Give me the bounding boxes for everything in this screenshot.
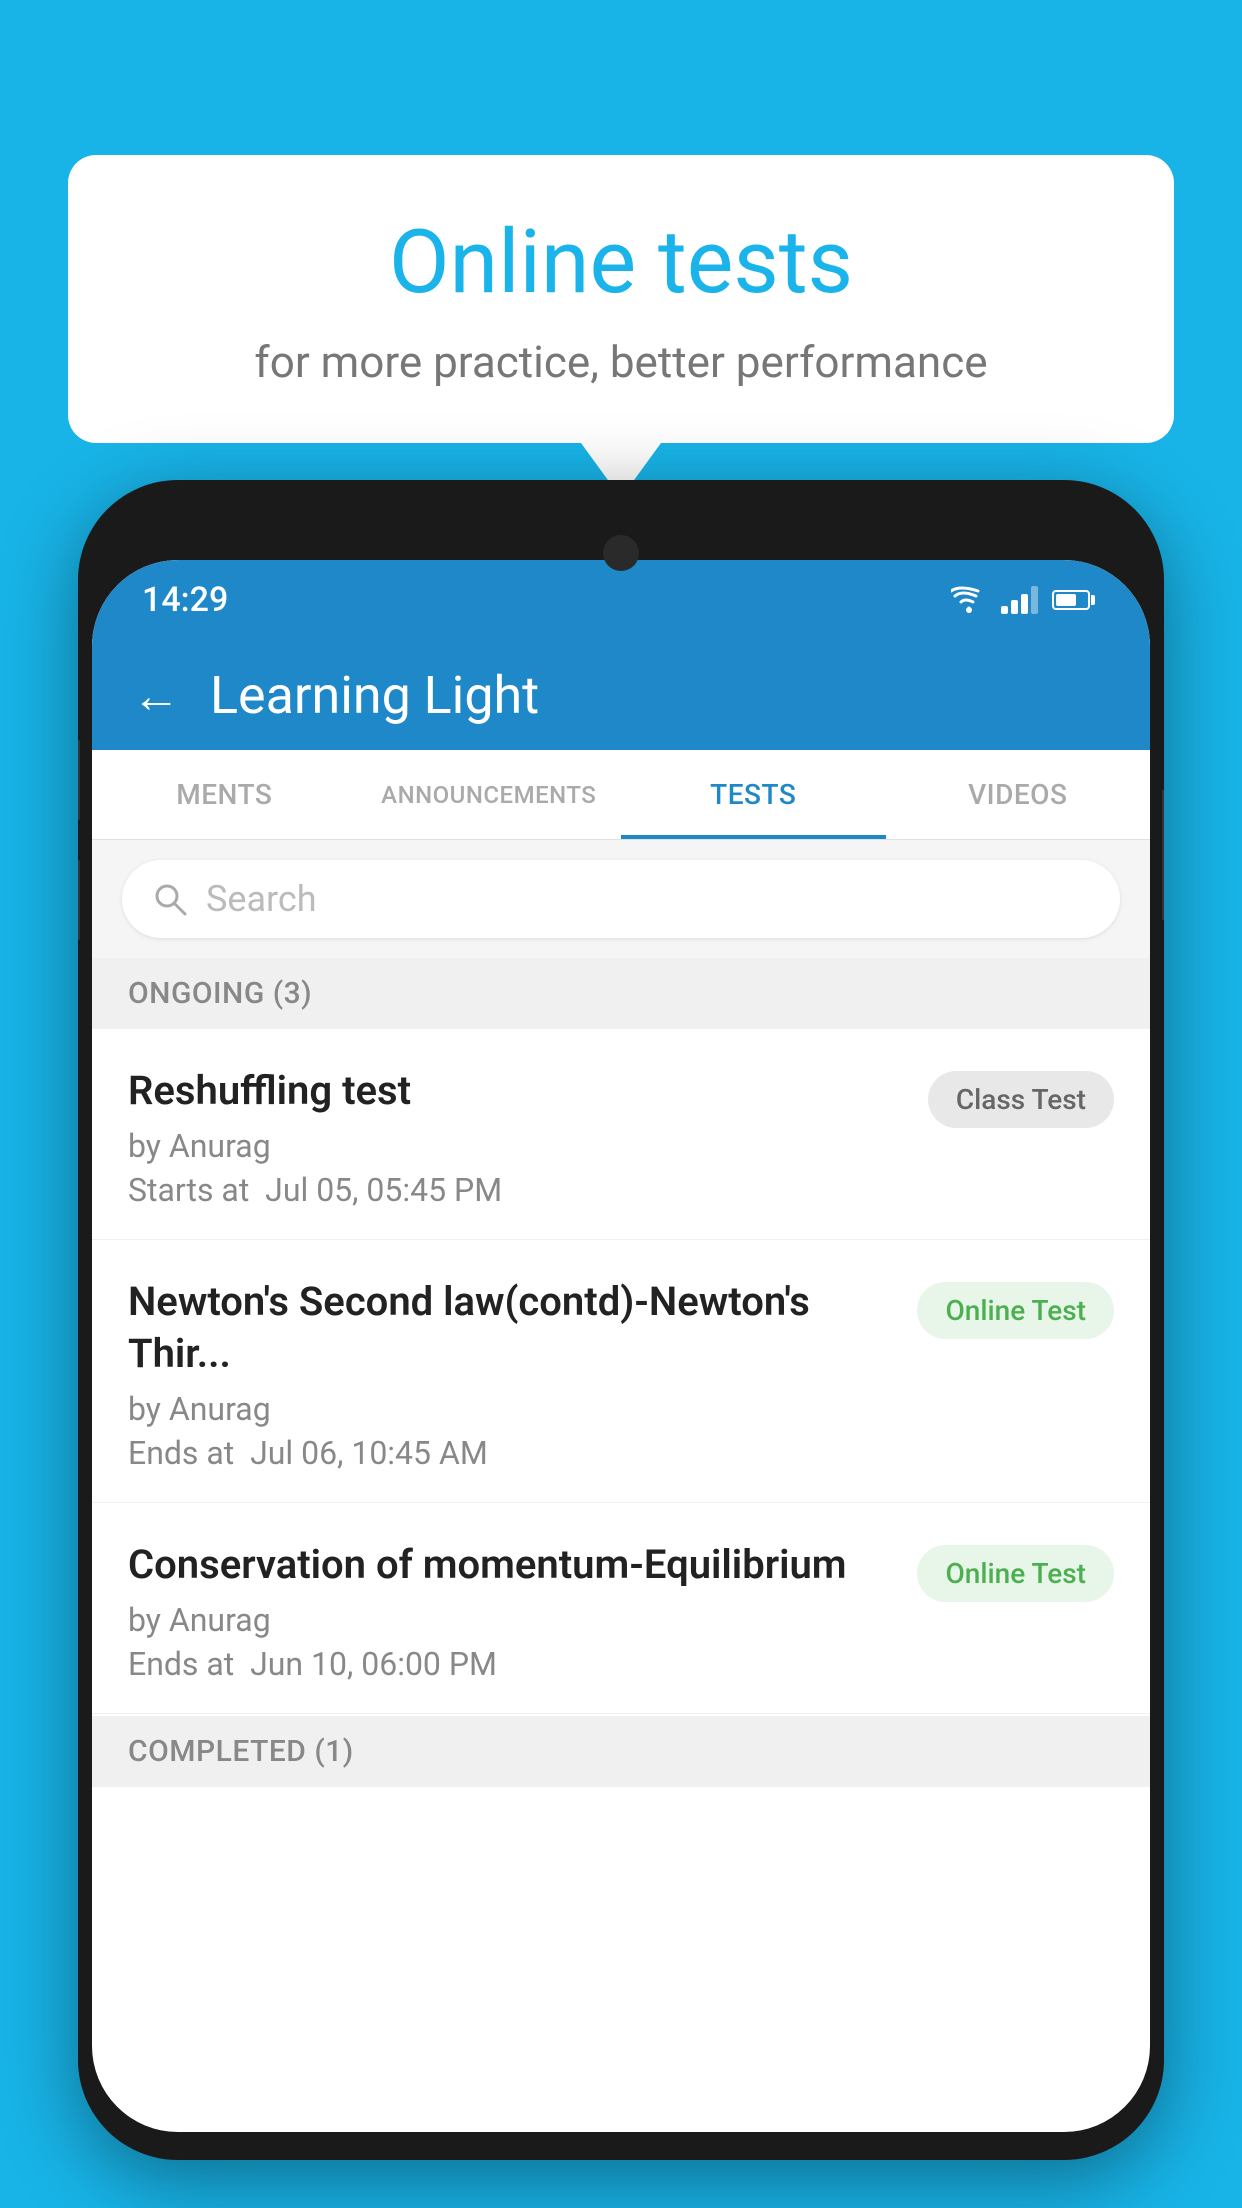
back-button[interactable]: ← xyxy=(132,667,180,724)
completed-title: COMPLETED (1) xyxy=(128,1734,354,1769)
app-header: ← Learning Light xyxy=(92,640,1150,750)
speech-bubble-container: Online tests for more practice, better p… xyxy=(68,155,1174,498)
tab-videos[interactable]: VIDEOS xyxy=(886,750,1151,839)
test-by: by Anurag xyxy=(128,1601,897,1639)
status-icons xyxy=(951,586,1090,614)
status-bar: 14:29 xyxy=(92,560,1150,640)
tabs-bar: MENTS ANNOUNCEMENTS TESTS VIDEOS xyxy=(92,750,1150,840)
front-camera xyxy=(603,535,639,571)
wifi-icon xyxy=(951,586,987,614)
test-name: Conservation of momentum-Equilibrium xyxy=(128,1539,897,1591)
test-info: Conservation of momentum-Equilibrium by … xyxy=(128,1539,897,1683)
speech-bubble-title: Online tests xyxy=(148,215,1094,312)
search-input[interactable]: Search xyxy=(206,878,317,920)
test-item[interactable]: Reshuffling test by Anurag Starts at Jul… xyxy=(92,1029,1150,1240)
tab-ments[interactable]: MENTS xyxy=(92,750,357,839)
power-button xyxy=(1162,790,1164,920)
test-name: Reshuffling test xyxy=(128,1065,908,1117)
test-by: by Anurag xyxy=(128,1127,908,1165)
test-info: Reshuffling test by Anurag Starts at Jul… xyxy=(128,1065,908,1209)
ongoing-title: ONGOING (3) xyxy=(128,976,312,1011)
search-input-wrap[interactable]: Search xyxy=(122,860,1120,938)
phone-frame: 14:29 xyxy=(78,480,1164,2160)
ongoing-section-header: ONGOING (3) xyxy=(92,958,1150,1029)
tab-announcements[interactable]: ANNOUNCEMENTS xyxy=(357,750,622,839)
test-badge-class: Class Test xyxy=(928,1071,1114,1128)
test-badge-online: Online Test xyxy=(917,1282,1114,1339)
completed-section-header: COMPLETED (1) xyxy=(92,1716,1150,1787)
status-time: 14:29 xyxy=(142,580,228,620)
phone-screen: 14:29 xyxy=(92,560,1150,2132)
test-item[interactable]: Conservation of momentum-Equilibrium by … xyxy=(92,1503,1150,1714)
tab-tests[interactable]: TESTS xyxy=(621,750,886,839)
battery-icon xyxy=(1052,590,1090,610)
test-by: by Anurag xyxy=(128,1390,897,1428)
test-time: Ends at Jul 06, 10:45 AM xyxy=(128,1434,897,1472)
speech-bubble: Online tests for more practice, better p… xyxy=(68,155,1174,443)
speech-bubble-subtitle: for more practice, better performance xyxy=(148,336,1094,388)
test-info: Newton's Second law(contd)-Newton's Thir… xyxy=(128,1276,897,1472)
test-name: Newton's Second law(contd)-Newton's Thir… xyxy=(128,1276,897,1380)
search-container: Search xyxy=(92,840,1150,958)
phone-notch xyxy=(556,480,686,530)
test-time: Ends at Jun 10, 06:00 PM xyxy=(128,1645,897,1683)
signal-icon xyxy=(1001,586,1038,614)
app-title: Learning Light xyxy=(210,665,539,726)
screen-inner: 14:29 xyxy=(92,560,1150,2132)
phone-container: 14:29 xyxy=(78,480,1164,2208)
search-icon xyxy=(152,881,188,917)
test-badge-online: Online Test xyxy=(917,1545,1114,1602)
test-item[interactable]: Newton's Second law(contd)-Newton's Thir… xyxy=(92,1240,1150,1503)
test-time: Starts at Jul 05, 05:45 PM xyxy=(128,1171,908,1209)
volume-down-button xyxy=(78,860,80,940)
test-list: Reshuffling test by Anurag Starts at Jul… xyxy=(92,1029,1150,1714)
volume-up-button xyxy=(78,740,80,820)
